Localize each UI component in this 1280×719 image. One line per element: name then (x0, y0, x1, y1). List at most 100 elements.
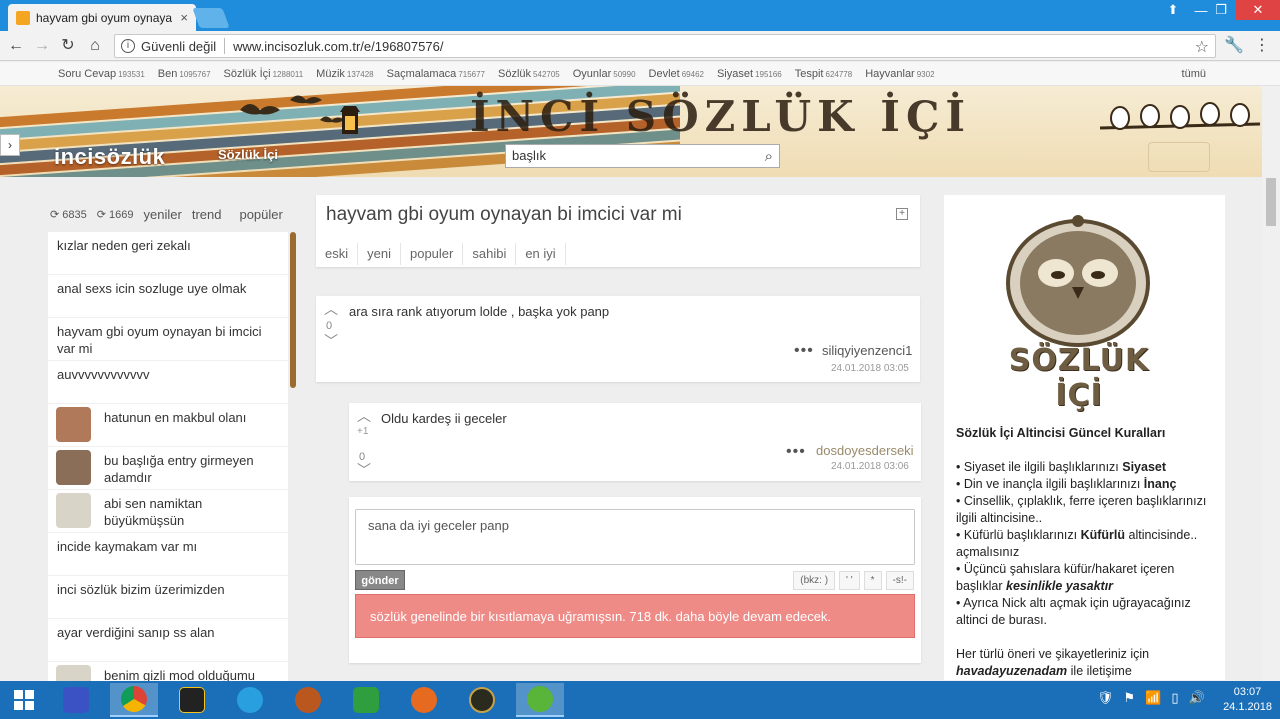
category-link[interactable]: Sözlük 542705 (498, 68, 560, 80)
reply-textarea[interactable]: sana da iyi geceler panp (355, 509, 915, 565)
sort-tab-populer[interactable]: populer (401, 243, 464, 265)
refresh-icon[interactable]: ⟳ (97, 209, 106, 221)
maximize-button[interactable]: ❐ (1208, 0, 1234, 20)
send-button[interactable]: gönder (355, 570, 405, 590)
upvote-icon[interactable]: ︿ (357, 409, 371, 423)
url-text[interactable]: www.incisozluk.com.tr/e/196807576/ (233, 39, 443, 54)
home-icon[interactable]: ⌂ (85, 36, 105, 56)
more-options-icon[interactable]: ••• (794, 342, 814, 360)
category-link[interactable]: Tespit 624778 (795, 68, 852, 80)
antivirus-icon[interactable]: 🛡 (1097, 690, 1114, 706)
back-icon[interactable]: ← (6, 36, 26, 56)
more-options-icon[interactable]: ••• (786, 443, 806, 461)
category-link[interactable]: Oyunlar 50990 (573, 68, 636, 80)
category-name[interactable]: Siyaset (717, 68, 753, 80)
firefox-app-icon[interactable] (400, 683, 448, 717)
sort-tab-en-iyi[interactable]: en iyi (516, 243, 566, 265)
page-scrollbar[interactable] (1262, 178, 1280, 681)
search-placeholder[interactable]: başlık (512, 148, 546, 163)
category-name[interactable]: Sözlük (498, 68, 531, 80)
downvote-icon[interactable]: ﹀ (357, 463, 371, 477)
topic-list-label[interactable]: bu başlığa entry girmeyen adamdır (104, 453, 254, 485)
category-name[interactable]: Devlet (649, 68, 680, 80)
topic-list-label[interactable]: hatunun en makbul olanı (104, 410, 246, 425)
star-icon[interactable]: ☆ (1195, 37, 1209, 57)
sort-tab-yeni[interactable]: yeni (358, 243, 401, 265)
contact-user-link[interactable]: havadayuzenadam (956, 664, 1067, 678)
forward-icon[interactable]: → (32, 36, 52, 56)
topic-list-item[interactable]: inci sözlük bizim üzerimizden (48, 576, 288, 619)
upvote-icon[interactable]: ︿ (324, 302, 338, 316)
topic-list-label[interactable]: auvvvvvvvvvvvv (57, 367, 149, 382)
category-name[interactable]: Oyunlar (573, 68, 612, 80)
sidebar-toggle-icon[interactable]: › (0, 134, 20, 156)
tab-close-icon[interactable]: × (180, 10, 188, 25)
topic-list-item[interactable]: kızlar neden geri zekalı (48, 232, 288, 275)
section-label[interactable]: Sözlük İçi (218, 147, 278, 162)
site-logo[interactable]: incisözlük (54, 144, 165, 170)
reload-icon[interactable]: ↻ (58, 36, 78, 56)
avatar[interactable] (56, 493, 91, 528)
topic-list-label[interactable]: ayar verdiğini sanıp ss alan (57, 625, 215, 640)
info-icon[interactable]: i (121, 39, 135, 53)
category-name[interactable]: Soru Cevap (58, 68, 116, 80)
refresh-icon[interactable]: ⟳ (50, 209, 59, 221)
category-link[interactable]: Ben 1095767 (158, 68, 211, 80)
entry-author[interactable]: siliqyiyenzenci1 (822, 343, 912, 358)
login-button[interactable] (1148, 142, 1210, 172)
topic-list-item[interactable]: ayar verdiğini sanıp ss alan (48, 619, 288, 662)
avatar[interactable] (56, 407, 91, 442)
topic-list-label[interactable]: abi sen namiktan büyükmüşsün (104, 496, 202, 528)
menu-icon[interactable]: ⋮ (1252, 36, 1272, 56)
asterisk-button[interactable]: * (863, 571, 882, 590)
topic-title[interactable]: hayvam gbi oyum oynayan bi imcici var mi (326, 204, 682, 226)
system-clock[interactable]: 03:07 24.1.2018 (1223, 685, 1272, 715)
topic-list-item[interactable]: incide kaymakam var mı (48, 533, 288, 576)
topic-list-label[interactable]: anal sexs icin sozluge uye olmak (57, 281, 246, 296)
category-name[interactable]: Hayvanlar (865, 68, 915, 80)
spoiler-button[interactable]: -s!- (885, 571, 914, 590)
topic-list-item[interactable]: hatunun en makbul olanı (48, 404, 288, 447)
search-icon[interactable]: ⌕ (765, 146, 773, 168)
topic-list-item[interactable]: auvvvvvvvvvvvv (48, 361, 288, 404)
chrome-app-icon[interactable] (110, 683, 158, 717)
category-name[interactable]: Tespit (795, 68, 824, 80)
volume-icon[interactable]: 🔊 (1189, 690, 1205, 706)
flag-icon[interactable]: ⚑ (1124, 690, 1136, 706)
entry-date[interactable]: 24.01.2018 03:06 (831, 461, 909, 472)
game-app-icon[interactable] (168, 683, 216, 717)
topic-list-label[interactable]: kızlar neden geri zekalı (57, 238, 191, 253)
category-link[interactable]: Hayvanlar 9302 (865, 68, 934, 80)
downvote-icon[interactable]: ﹀ (324, 334, 338, 348)
topic-list-item[interactable]: hayvam gbi oyum oynayan bi imcici var mi (48, 318, 288, 361)
sort-tab-sahibi[interactable]: sahibi (463, 243, 517, 265)
page-scrollbar-track[interactable] (1262, 86, 1280, 178)
tab-yeniler[interactable]: yeniler (144, 207, 182, 222)
tab-trend[interactable]: trend (192, 207, 222, 222)
topic-list-label[interactable]: incide kaymakam var mı (57, 539, 197, 554)
security-label[interactable]: Güvenli değil (141, 39, 216, 54)
category-link[interactable]: Devlet 69462 (649, 68, 704, 80)
ie-app-icon[interactable] (226, 683, 274, 717)
topic-list-item[interactable]: anal sexs icin sozluge uye olmak (48, 275, 288, 318)
media-app-icon[interactable] (284, 683, 332, 717)
category-link[interactable]: Soru Cevap 193531 (58, 68, 145, 80)
bkz-button[interactable]: (bkz: ) (793, 571, 836, 590)
category-link[interactable]: Siyaset 195166 (717, 68, 782, 80)
lol-app-icon[interactable] (458, 683, 506, 717)
topic-list-scrollbar[interactable] (290, 232, 296, 388)
category-name[interactable]: Sözlük İçi (224, 68, 271, 80)
topic-list-label[interactable]: inci sözlük bizim üzerimizden (57, 582, 225, 597)
all-categories-link[interactable]: tümü (1182, 68, 1206, 80)
store-app-icon[interactable] (342, 683, 390, 717)
topic-list-item[interactable]: bu başlığa entry girmeyen adamdır (48, 447, 288, 490)
profile-icon[interactable]: ⬆ (1160, 0, 1186, 20)
topic-list-item[interactable]: abi sen namiktan büyükmüşsün (48, 490, 288, 533)
expand-icon[interactable]: + (896, 208, 908, 220)
topic-list-label[interactable]: hayvam gbi oyum oynayan bi imcici var mi (57, 324, 261, 356)
address-bar[interactable]: i Güvenli değil www.incisozluk.com.tr/e/… (114, 34, 1216, 58)
network-icon[interactable]: 📶 (1145, 690, 1161, 706)
battery-icon[interactable]: ▯ (1171, 690, 1178, 706)
entry-date[interactable]: 24.01.2018 03:05 (831, 363, 909, 374)
extension-icon[interactable]: 🔧 (1224, 36, 1244, 56)
